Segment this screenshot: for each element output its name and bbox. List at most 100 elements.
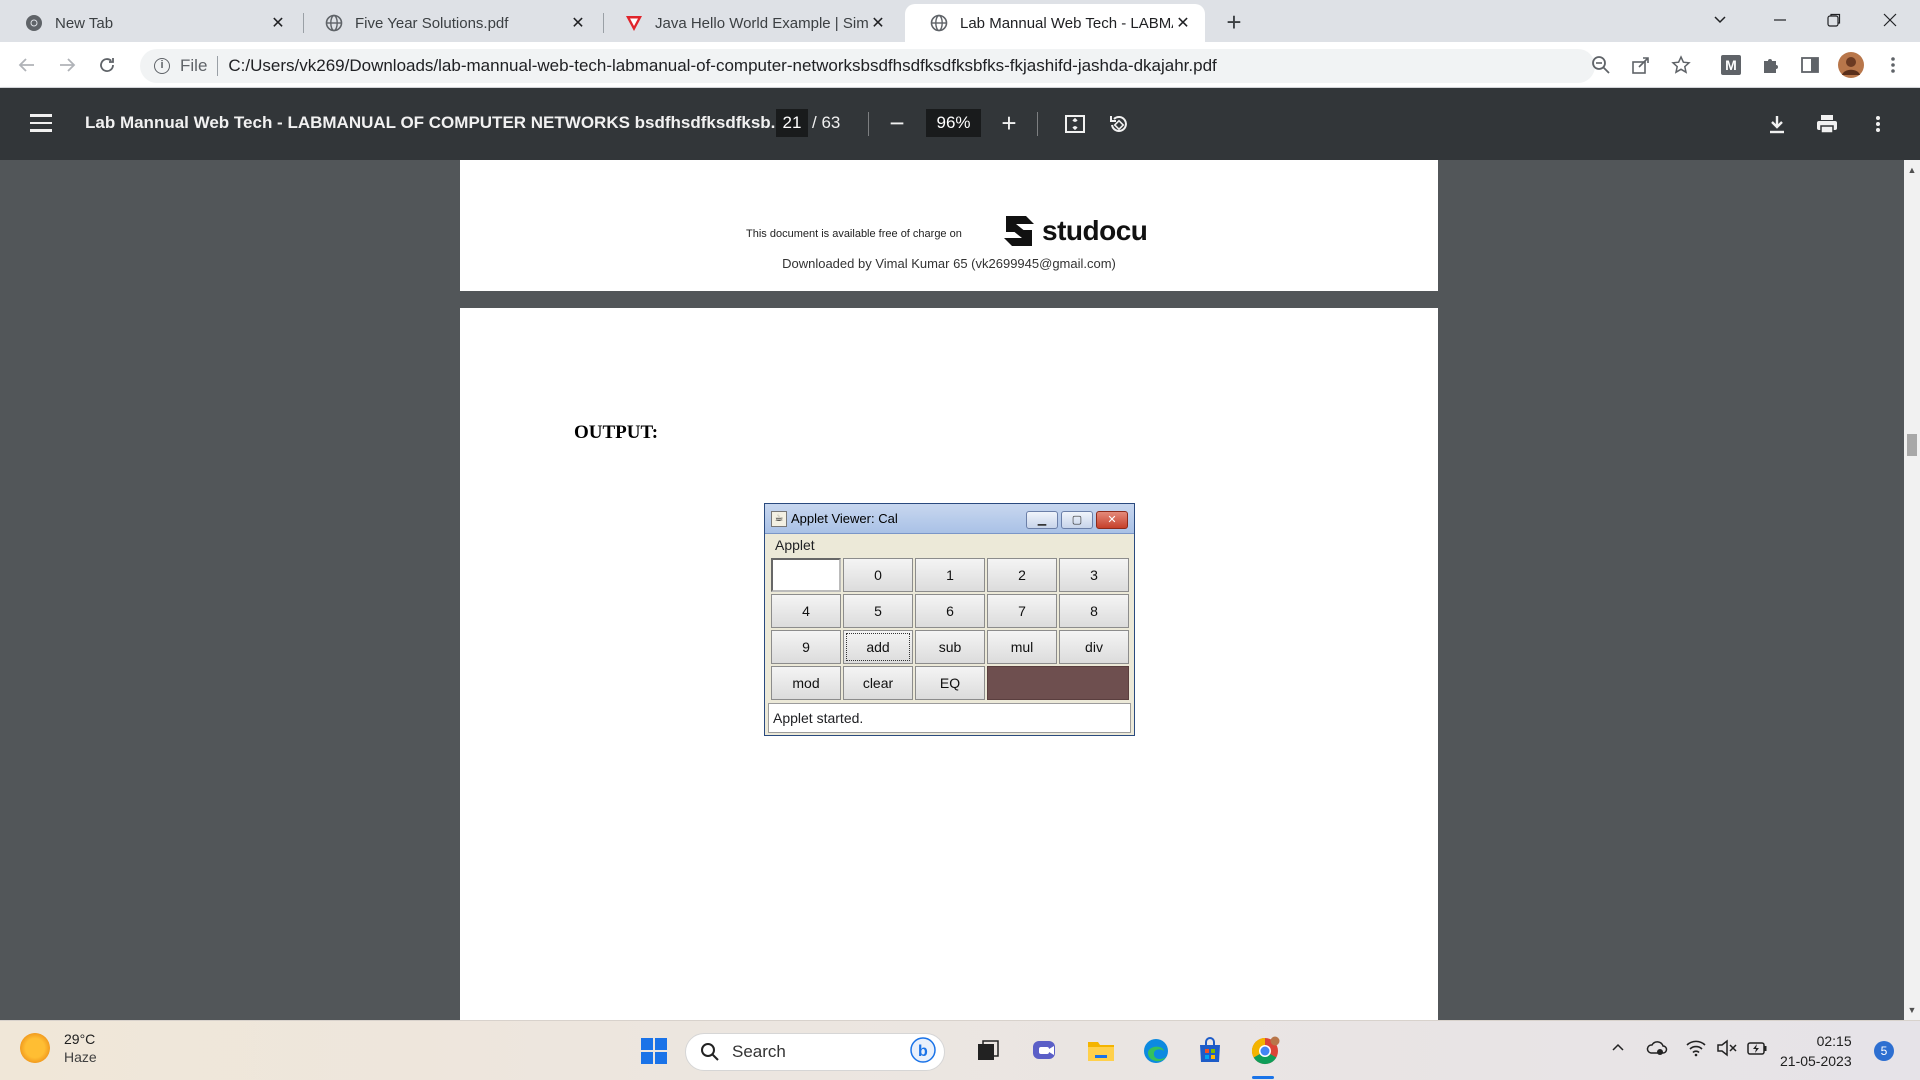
file-explorer-icon[interactable] [1085, 1035, 1117, 1067]
pdf-toolbar: Lab Mannual Web Tech - LABMANUAL OF COMP… [0, 88, 1920, 160]
forward-arrow-icon[interactable] [52, 50, 82, 80]
globe-icon [930, 14, 948, 32]
fit-page-icon[interactable] [1061, 110, 1089, 138]
studocu-wordmark: studocu [1042, 215, 1148, 246]
calculator-grid: 0 1 2 3 4 5 6 7 8 9 add sub mul div mod … [770, 557, 1130, 703]
weather-condition: Haze [64, 1049, 97, 1065]
side-panel-icon[interactable] [1797, 52, 1823, 78]
volume-muted-icon[interactable] [1716, 1039, 1738, 1061]
address-bar[interactable]: i File C:/Users/vk269/Downloads/lab-mann… [140, 49, 1595, 83]
toolbar-separator [1037, 112, 1038, 136]
share-icon[interactable] [1628, 52, 1654, 78]
page-total: / 63 [812, 113, 841, 132]
download-icon[interactable] [1763, 110, 1791, 138]
pdf-page-20: This document is available free of charg… [460, 160, 1438, 291]
extensions-puzzle-icon[interactable] [1758, 52, 1784, 78]
task-view-icon[interactable] [972, 1035, 1004, 1067]
restore-icon[interactable] [1806, 0, 1862, 40]
calc-button-div: div [1059, 630, 1129, 664]
battery-charging-icon[interactable] [1746, 1039, 1768, 1061]
calc-button-9: 9 [771, 630, 841, 664]
globe-icon [325, 14, 343, 32]
tab-lab-manual[interactable]: Lab Mannual Web Tech - LABMA ✕ [905, 4, 1205, 42]
scroll-up-arrow-icon[interactable]: ▲ [1904, 162, 1920, 178]
calc-button-mul: mul [987, 630, 1057, 664]
calc-button-1: 1 [915, 558, 985, 592]
zoom-in-button[interactable]: + [994, 109, 1024, 139]
extension-letter: M [1721, 55, 1741, 75]
close-tab-icon[interactable]: ✕ [568, 13, 588, 33]
studocu-s-icon [1004, 216, 1034, 246]
show-hidden-icons-chevron-icon[interactable] [1610, 1039, 1626, 1059]
calc-button-7: 7 [987, 594, 1057, 628]
chrome-icon [25, 14, 43, 32]
tab-search-chevron-icon[interactable] [1692, 0, 1748, 40]
zoom-input[interactable]: 96% [926, 109, 981, 137]
applet-status-bar: Applet started. [768, 703, 1131, 733]
profile-avatar[interactable] [1838, 52, 1864, 78]
tab-java-hello-world[interactable]: Java Hello World Example | Simpl ✕ [600, 4, 900, 42]
notification-badge[interactable]: 5 [1874, 1041, 1894, 1061]
url-text[interactable]: C:/Users/vk269/Downloads/lab-mannual-web… [228, 56, 1216, 76]
tab-new-tab[interactable]: New Tab ✕ [0, 4, 300, 42]
rotate-icon[interactable] [1105, 110, 1133, 138]
calc-button-clear: clear [843, 666, 913, 700]
tab-five-year-solutions[interactable]: Five Year Solutions.pdf ✕ [300, 4, 600, 42]
close-tab-icon[interactable]: ✕ [868, 13, 888, 33]
minimize-icon[interactable] [1752, 0, 1808, 40]
close-tab-icon[interactable]: ✕ [268, 13, 288, 33]
scroll-down-arrow-icon[interactable]: ▼ [1904, 1002, 1920, 1018]
hamburger-menu-icon[interactable] [30, 114, 52, 132]
back-arrow-icon[interactable] [12, 50, 42, 80]
extension-m-icon[interactable]: M [1718, 52, 1744, 78]
info-icon[interactable]: i [154, 58, 170, 74]
close-tab-icon[interactable]: ✕ [1173, 13, 1193, 33]
new-tab-button[interactable]: + [1220, 8, 1248, 36]
weather-widget[interactable]: 29°C Haze [20, 1031, 97, 1065]
browser-toolbar: i File C:/Users/vk269/Downloads/lab-mann… [0, 42, 1920, 88]
applet-maximize-icon: ▢ [1061, 511, 1093, 529]
weather-temperature: 29°C [64, 1031, 96, 1047]
tab-title: New Tab [55, 14, 114, 32]
zoom-magnifier-icon[interactable] [1588, 52, 1614, 78]
reload-icon[interactable] [92, 50, 122, 80]
taskbar-clock[interactable]: 02:15 21-05-2023 [1780, 1031, 1852, 1071]
applet-close-icon: ✕ [1096, 511, 1128, 529]
calc-button-eq: EQ [915, 666, 985, 700]
bing-icon: b [910, 1036, 936, 1068]
print-icon[interactable] [1813, 110, 1841, 138]
pdf-title: Lab Mannual Web Tech - LABMANUAL OF COMP… [85, 113, 785, 132]
microsoft-store-icon[interactable] [1194, 1035, 1226, 1067]
zoom-out-button[interactable]: − [882, 109, 912, 139]
vertical-scrollbar[interactable]: ▲ ▼ [1904, 160, 1920, 1020]
wifi-icon[interactable] [1686, 1039, 1706, 1061]
pdf-document-area[interactable]: This document is available free of charg… [0, 160, 1904, 1020]
bookmark-star-icon[interactable] [1668, 52, 1694, 78]
search-icon [701, 1043, 719, 1061]
scrollbar-thumb[interactable] [1907, 434, 1917, 456]
windows-taskbar: 29°C Haze Search b 02:15 21-05-2023 5 [0, 1020, 1920, 1080]
page-number-input[interactable]: 21 [776, 109, 808, 137]
applet-viewer-window: ☕ Applet Viewer: Cal ▁ ▢ ✕ Applet 0 1 2 … [764, 503, 1135, 736]
teams-chat-icon[interactable] [1029, 1035, 1061, 1067]
sun-haze-icon [20, 1033, 50, 1063]
output-heading: OUTPUT: [574, 422, 659, 443]
edge-browser-icon[interactable] [1140, 1035, 1172, 1067]
chrome-menu-icon[interactable] [1880, 52, 1906, 78]
active-app-indicator [1252, 1076, 1274, 1079]
svg-text:b: b [918, 1043, 928, 1060]
calc-text-field [771, 558, 841, 592]
calc-button-0: 0 [843, 558, 913, 592]
taskbar-search-input[interactable]: Search b [685, 1033, 945, 1071]
applet-window-controls: ▁ ▢ ✕ [1026, 511, 1128, 529]
vpn-cloud-icon[interactable] [1646, 1039, 1668, 1061]
chrome-taskbar-icon[interactable] [1249, 1035, 1281, 1067]
applet-minimize-icon: ▁ [1026, 511, 1058, 529]
more-options-icon[interactable] [1864, 110, 1892, 138]
close-window-icon[interactable] [1862, 0, 1918, 40]
tab-title: Lab Mannual Web Tech - LABMA [960, 14, 1173, 32]
clock-date: 21-05-2023 [1780, 1053, 1852, 1069]
calc-button-4: 4 [771, 594, 841, 628]
windows-start-icon[interactable] [638, 1035, 670, 1067]
applet-background-area [987, 666, 1129, 700]
